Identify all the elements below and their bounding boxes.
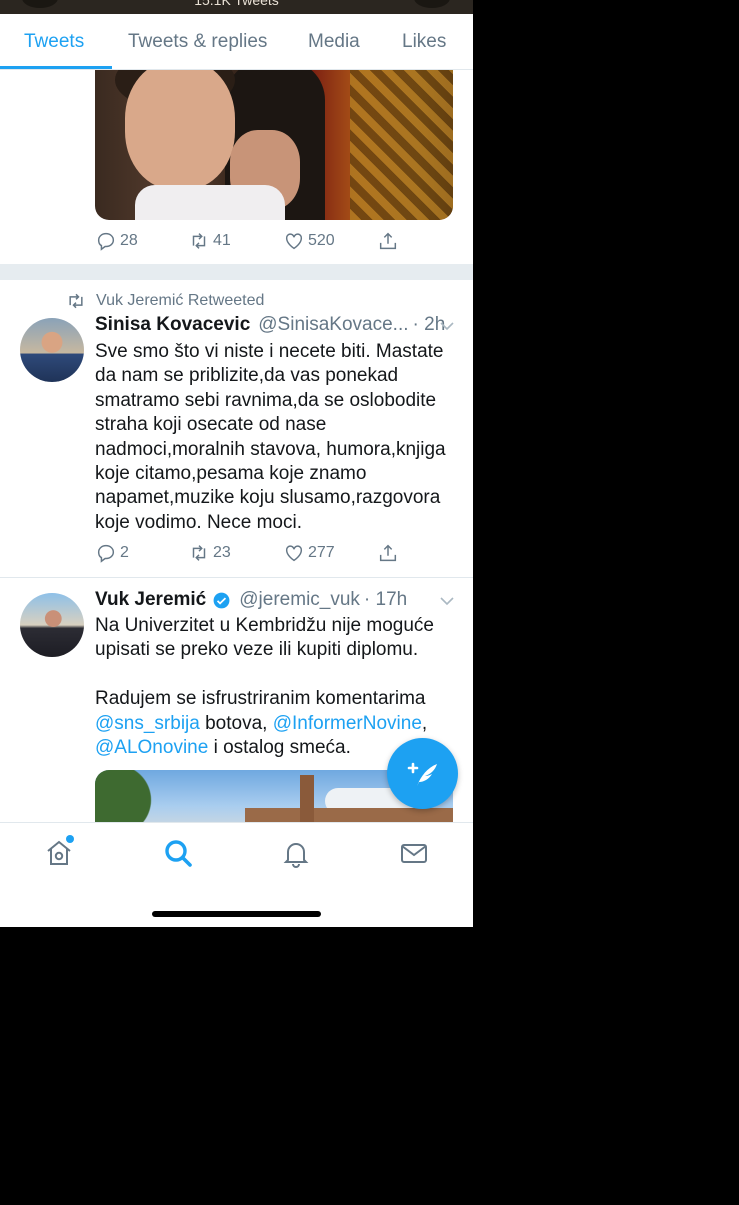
bottom-navigation [0, 822, 473, 927]
author-handle[interactable]: @jeremic_vuk [239, 589, 360, 611]
retweet-icon [192, 233, 206, 249]
tab-tweets[interactable]: Tweets [24, 31, 84, 53]
retweet-icon [69, 293, 83, 309]
retweeted-by-text: Vuk Jeremić Retweeted [96, 292, 265, 309]
chevron-down-icon[interactable] [439, 318, 455, 334]
tweet-text-line: Na Univerzitet u Kembridžu nije moguće [95, 615, 434, 636]
reply-icon [97, 544, 115, 563]
section-separator [0, 264, 473, 280]
tweet-text-line: @sns_srbija botova, @InformerNovine, [95, 712, 428, 734]
tweet-header: Sinisa Kovacevic @SinisaKovace... · 2h [95, 314, 457, 336]
reply-button[interactable]: 28 [95, 230, 138, 252]
tweet-text-line: straha koji osecate od nase [95, 414, 327, 436]
tweet-text-line: da nam se priblizite,da vas ponekad [95, 365, 399, 387]
heart-icon [285, 545, 303, 562]
tweet-text-line: koje vodimo. Nece moci. [95, 511, 302, 533]
retweet-button[interactable]: 23 [188, 542, 231, 564]
share-icon [379, 544, 397, 562]
tweet-text: Sve smo što vi niste i necete biti. Mast… [95, 340, 457, 535]
tweet-text-line: napamet,muzike koju slusamo,razgovora [95, 487, 441, 509]
bell-icon[interactable] [280, 837, 312, 869]
tweet-divider [0, 577, 473, 578]
compose-tweet-icon [407, 762, 437, 786]
tweet-header: Vuk Jeremić @jeremic_vuk · 17h [95, 589, 457, 611]
tweet-text-line: koje citamo,pesama koje znamo [95, 463, 367, 485]
tweet-text-line: Sve smo što vi niste i necete biti. Mast… [95, 341, 444, 362]
chevron-down-icon[interactable] [439, 593, 455, 609]
like-count: 520 [308, 232, 335, 249]
tweet-actions: 28 41 520 [95, 230, 415, 254]
mention-link[interactable]: @sns_srbija [95, 713, 200, 734]
like-count: 277 [308, 544, 335, 561]
share-button[interactable] [377, 230, 402, 252]
avatar[interactable] [20, 318, 84, 382]
verified-badge-icon [213, 592, 230, 608]
active-tab-indicator [0, 66, 112, 69]
home-indicator[interactable] [152, 911, 321, 917]
mention-link[interactable]: @InformerNovine [273, 713, 422, 734]
retweet-icon [192, 545, 206, 561]
retweet-count: 23 [213, 544, 231, 561]
heart-icon [285, 233, 303, 250]
new-content-dot [66, 835, 74, 843]
avatar[interactable] [20, 593, 84, 657]
twitter-profile-screen: 15.1K Tweets Tweets Tweets & replies Med… [0, 0, 473, 927]
compose-tweet-button[interactable] [387, 738, 458, 809]
reply-count: 2 [120, 544, 129, 561]
tweet-text-line: nadmoci,moralnih stavova, humora,knjiga [95, 438, 446, 460]
tweet-photo[interactable] [95, 70, 453, 220]
tweet-time: · 17h [363, 589, 408, 610]
profile-header-strip: 15.1K Tweets [0, 0, 473, 14]
tweet-count: 15.1K Tweets [194, 0, 279, 8]
author-name[interactable]: Vuk Jeremić [95, 589, 206, 611]
share-icon [379, 232, 397, 250]
tweet-text-line: upisati se preko veze ili kupiti diplomu… [95, 639, 419, 661]
retweet-count: 41 [213, 232, 231, 249]
mention-link[interactable]: @ALOnovine [95, 737, 208, 758]
tab-media[interactable]: Media [308, 31, 360, 53]
like-button[interactable]: 277 [283, 542, 335, 564]
author-name[interactable]: Sinisa Kovacevic [95, 314, 250, 336]
reply-count: 28 [120, 232, 138, 249]
tweet-text-line: smatramo sebi ravnima,da se oslobodite [95, 389, 437, 411]
like-button[interactable]: 520 [283, 230, 335, 252]
reply-button[interactable]: 2 [95, 542, 129, 564]
mail-icon[interactable] [398, 837, 430, 869]
profile-tabs: Tweets Tweets & replies Media Likes [0, 14, 473, 70]
tweet-text: Na Univerzitet u Kembridžu nije moguće u… [95, 614, 457, 760]
retweeted-by-label: Vuk Jeremić Retweeted [66, 292, 264, 310]
tab-tweets-replies[interactable]: Tweets & replies [128, 31, 267, 53]
search-icon[interactable] [162, 837, 194, 869]
reply-icon [97, 232, 115, 251]
author-handle[interactable]: @SinisaKovace... [258, 314, 408, 336]
tweet-text-line: Radujem se isfrustriranim komentarima [95, 688, 426, 710]
retweet-button[interactable]: 41 [188, 230, 231, 252]
share-button[interactable] [377, 542, 402, 564]
tweet-actions: 2 23 277 [95, 542, 415, 566]
tab-likes[interactable]: Likes [402, 31, 446, 53]
